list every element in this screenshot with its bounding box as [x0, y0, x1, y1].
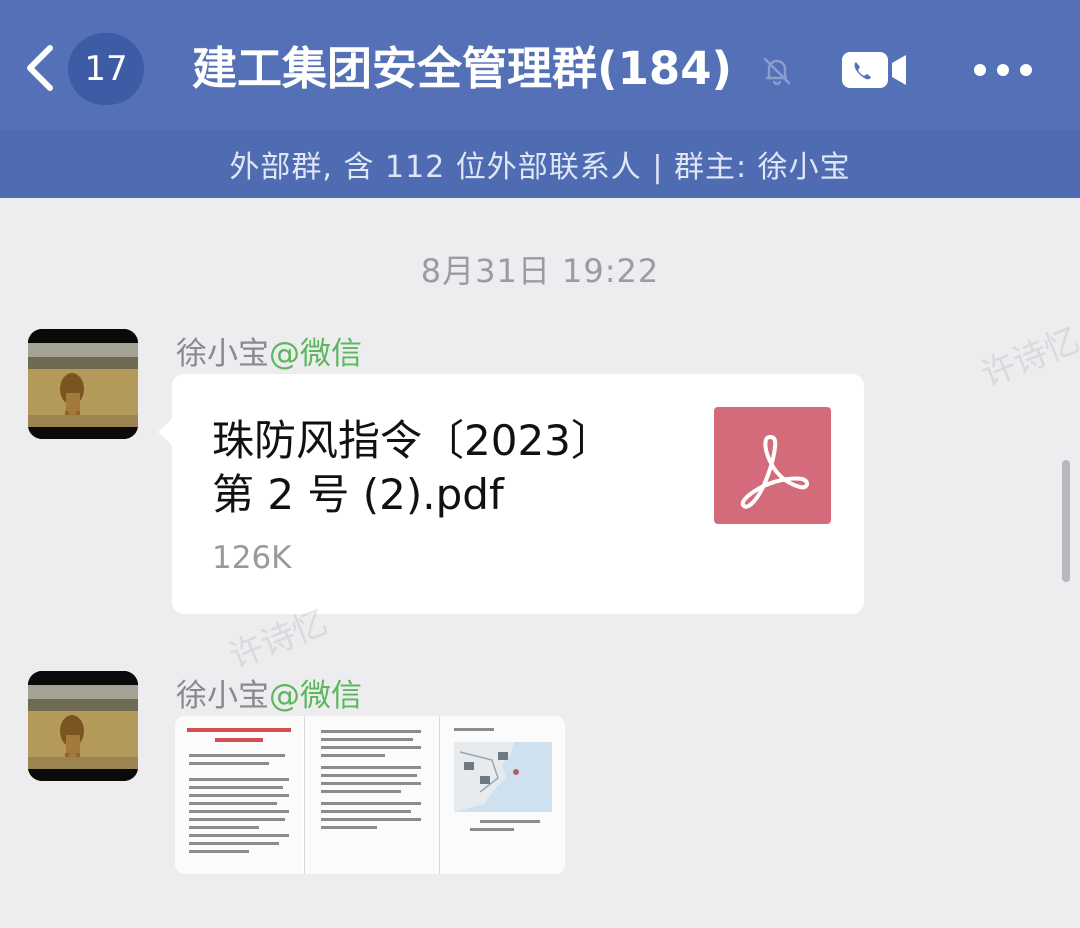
sender-name: 徐小宝@微信 — [176, 328, 362, 373]
pdf-icon — [714, 407, 831, 524]
chevron-left-icon[interactable] — [18, 38, 64, 98]
bubble-tail — [158, 418, 173, 446]
chat-title: 建工集团安全管理群(184) — [192, 42, 733, 95]
document-preview-message[interactable] — [175, 716, 565, 874]
lion-avatar-image — [28, 329, 138, 439]
sender-name: 徐小宝@微信 — [176, 670, 362, 715]
map-thumbnail — [454, 742, 552, 812]
avatar[interactable] — [28, 671, 138, 781]
document-preview-page-1 — [175, 716, 303, 874]
avatar[interactable] — [28, 329, 138, 439]
sender-source-tag: @微信 — [269, 678, 362, 714]
chat-header: 17 建工集团安全管理群(184) — [0, 0, 1080, 130]
group-info-bar[interactable]: 外部群, 含 112 位外部联系人 | 群主: 徐小宝 — [0, 130, 1080, 198]
scrollbar[interactable] — [1062, 460, 1070, 582]
file-name-line-2: 第 2 号 (2).pdf — [212, 470, 504, 519]
message-timestamp: 8月31日 19:22 — [420, 252, 660, 290]
watermark: 许诗忆 — [975, 320, 1080, 396]
sender-source-tag: @微信 — [269, 336, 362, 372]
sender-name-text: 徐小宝 — [176, 678, 269, 714]
more-dots-icon[interactable] — [972, 62, 1034, 78]
document-preview-page-2 — [304, 716, 439, 874]
file-message-bubble[interactable]: 珠防风指令〔2023〕 第 2 号 (2).pdf 126K — [172, 374, 864, 614]
sender-name-text: 徐小宝 — [176, 336, 269, 372]
group-info-text: 外部群, 含 112 位外部联系人 | 群主: 徐小宝 — [229, 150, 851, 185]
video-call-icon[interactable] — [840, 50, 908, 90]
document-preview-page-3 — [439, 716, 565, 874]
file-size: 126K — [212, 540, 292, 576]
unread-count-badge[interactable]: 17 — [68, 33, 144, 105]
bell-mute-icon — [763, 57, 791, 86]
lion-avatar-image — [28, 671, 138, 781]
file-name-line-1: 珠防风指令〔2023〕 — [212, 416, 613, 465]
file-name: 珠防风指令〔2023〕 第 2 号 (2).pdf — [212, 414, 682, 522]
